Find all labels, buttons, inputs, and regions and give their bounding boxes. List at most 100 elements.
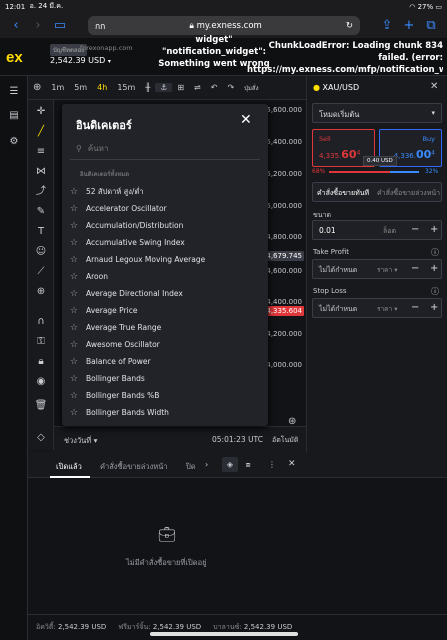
redo-icon[interactable]: ↷ xyxy=(222,83,239,92)
new-tab-icon[interactable]: + xyxy=(401,18,417,33)
stop-loss-unit[interactable]: ราคา ▾ xyxy=(377,304,397,314)
channel-icon[interactable]: ≡ xyxy=(33,144,49,160)
menu-icon[interactable]: ☰ xyxy=(6,84,22,100)
magnet-icon[interactable]: ∩ xyxy=(33,314,49,330)
symbol-title[interactable]: ● XAU/USD xyxy=(313,83,359,92)
indicator-item[interactable]: ☆ Bollinger Bands Width xyxy=(70,404,260,421)
tab-pending-order[interactable]: คำสั่งซื้อขายล่วงหน้า xyxy=(377,188,441,199)
indicator-item[interactable]: ☆ Bollinger Bands xyxy=(70,370,260,387)
indicator-search-input[interactable]: ⚲ ค้นหา xyxy=(70,138,260,160)
tabs-icon[interactable]: ⧉ xyxy=(423,18,439,33)
tab-open[interactable]: เปิดแล้ว xyxy=(56,461,82,473)
tab-pending[interactable]: คำสั่งซื้อขายล่วงหน้า xyxy=(100,461,168,473)
pattern-icon[interactable]: ⋈ xyxy=(33,164,49,180)
lock-drawing-icon[interactable]: ⚿ xyxy=(33,334,49,350)
ruler-icon[interactable]: ⟋ xyxy=(33,264,49,280)
diamond-icon[interactable]: ◇ xyxy=(33,430,49,446)
stop-loss-field[interactable]: ไม่ได้กำหนด ราคา ▾ − + xyxy=(312,298,442,318)
trendline-icon[interactable]: ╱ xyxy=(33,124,49,140)
info-icon[interactable]: ⓘ xyxy=(431,286,439,297)
indicators-icon[interactable]: ⚓ xyxy=(155,83,173,92)
book-icon[interactable]: ▭ xyxy=(52,18,68,33)
star-icon[interactable]: ☆ xyxy=(70,255,80,265)
reader-aa[interactable]: กก xyxy=(95,19,105,33)
tab-market-order[interactable]: คำสั่งซื้อขายทันที xyxy=(317,188,369,199)
indicator-item[interactable]: ☆ Arnaud Legoux Moving Average xyxy=(70,251,260,268)
account-balance[interactable]: 2,542.39 USD ▾ xyxy=(50,56,111,65)
exness-logo[interactable]: ex xyxy=(6,49,23,66)
close-icon[interactable]: ✕ xyxy=(240,112,252,128)
more-button[interactable]: ปุ่มสั่ง xyxy=(239,83,263,93)
indicator-item[interactable]: ☆ Awesome Oscillator xyxy=(70,336,260,353)
indicator-item[interactable]: ☆ 52 สัปดาห์ สูง/ต่ำ xyxy=(70,183,260,200)
indicator-item[interactable]: ☆ Accumulative Swing Index xyxy=(70,234,260,251)
date-range-button[interactable]: ช่วงวันที่ ▾ xyxy=(64,435,97,447)
more-icon[interactable]: ⋮ xyxy=(268,460,276,469)
close-icon[interactable]: ✕ xyxy=(288,459,296,469)
minus-icon[interactable]: − xyxy=(411,302,419,313)
star-icon[interactable]: ☆ xyxy=(70,408,80,418)
indicator-item[interactable]: ☆ Accumulation/Distribution xyxy=(70,217,260,234)
compare-icon[interactable]: ⇌ xyxy=(189,83,206,92)
volume-field[interactable]: 0.01 ล็อต − + xyxy=(312,220,442,240)
star-icon[interactable]: ☆ xyxy=(70,374,80,384)
forward-icon[interactable]: › xyxy=(30,18,46,33)
plus-icon[interactable]: + xyxy=(430,224,438,235)
address-bar[interactable]: กก 🔒︎ my.exness.com ↻ xyxy=(88,16,360,35)
star-icon[interactable]: ☆ xyxy=(70,391,80,401)
indicator-item[interactable]: ☆ Aroon xyxy=(70,268,260,285)
star-icon[interactable]: ☆ xyxy=(70,221,80,231)
star-icon[interactable]: ☆ xyxy=(70,357,80,367)
minus-icon[interactable]: − xyxy=(411,224,419,235)
zoom-icon[interactable]: ⊕ xyxy=(33,284,49,300)
indicator-item[interactable]: ☆ Average True Range xyxy=(70,319,260,336)
star-icon[interactable]: ☆ xyxy=(70,289,80,299)
star-icon[interactable]: ☆ xyxy=(70,238,80,248)
timeframe-4h[interactable]: 4h xyxy=(92,83,112,92)
star-icon[interactable]: ☆ xyxy=(70,340,80,350)
text-icon[interactable]: T xyxy=(33,224,49,240)
back-icon[interactable]: ‹ xyxy=(8,18,24,33)
timeframe-1m[interactable]: 1m xyxy=(46,83,69,92)
emoji-icon[interactable]: ☺ xyxy=(33,244,49,260)
star-icon[interactable]: ☆ xyxy=(70,323,80,333)
plus-icon[interactable]: + xyxy=(430,302,438,313)
undo-icon[interactable]: ↶ xyxy=(206,83,223,92)
chevron-right-icon[interactable]: › xyxy=(205,460,208,469)
eye-icon[interactable]: ◉ xyxy=(33,374,49,390)
orders-icon[interactable]: ▤ xyxy=(6,108,22,124)
star-icon[interactable]: ☆ xyxy=(70,306,80,316)
indicator-item[interactable]: ☆ Bollinger Bands %B xyxy=(70,387,260,404)
trash-icon[interactable]: 🗑︎ xyxy=(33,398,49,414)
close-icon[interactable]: ✕ xyxy=(430,81,438,92)
plus-icon[interactable]: + xyxy=(430,263,438,274)
timeframe-15m[interactable]: 15m xyxy=(112,83,140,92)
tab-closed[interactable]: ปิด xyxy=(186,461,196,473)
projection-icon[interactable]: ⤴ xyxy=(33,184,49,200)
crosshair-icon[interactable]: ✛ xyxy=(33,104,49,120)
add-icon[interactable]: ⊕ xyxy=(28,82,46,93)
timeframe-5m[interactable]: 5m xyxy=(69,83,92,92)
info-icon[interactable]: ⓘ xyxy=(431,247,439,258)
star-icon[interactable]: ☆ xyxy=(70,272,80,282)
take-profit-unit[interactable]: ราคา ▾ xyxy=(377,265,397,275)
take-profit-field[interactable]: ไม่ได้กำหนด ราคา ▾ − + xyxy=(312,259,442,279)
candle-type-icon[interactable]: ╫ xyxy=(140,83,155,92)
minus-icon[interactable]: − xyxy=(411,263,419,274)
indicator-item[interactable]: ☆ Average Directional Index xyxy=(70,285,260,302)
share-icon[interactable]: ⇪ xyxy=(379,18,395,33)
reload-icon[interactable]: ↻ xyxy=(346,21,353,31)
indicator-item[interactable]: ☆ Accelerator Oscillator xyxy=(70,200,260,217)
indicator-item[interactable]: ☆ Average Price xyxy=(70,302,260,319)
layout-icon[interactable]: ⊞ xyxy=(172,83,189,92)
indicator-item[interactable]: ☆ Balance of Power xyxy=(70,353,260,370)
brush-icon[interactable]: ✎ xyxy=(33,204,49,220)
mode-select[interactable]: โหมดเริ่มต้น ▾ xyxy=(312,103,442,123)
settings-icon[interactable]: ⚙ xyxy=(6,134,22,150)
lock-icon[interactable]: 🔒︎ xyxy=(33,354,49,370)
auto-scale-button[interactable]: อัตโนมัติ xyxy=(272,435,298,446)
layers-icon[interactable]: ◈ xyxy=(222,457,238,472)
star-icon[interactable]: ☆ xyxy=(70,204,80,214)
star-icon[interactable]: ☆ xyxy=(70,187,80,197)
stack-icon[interactable]: ⧈ xyxy=(240,457,256,472)
